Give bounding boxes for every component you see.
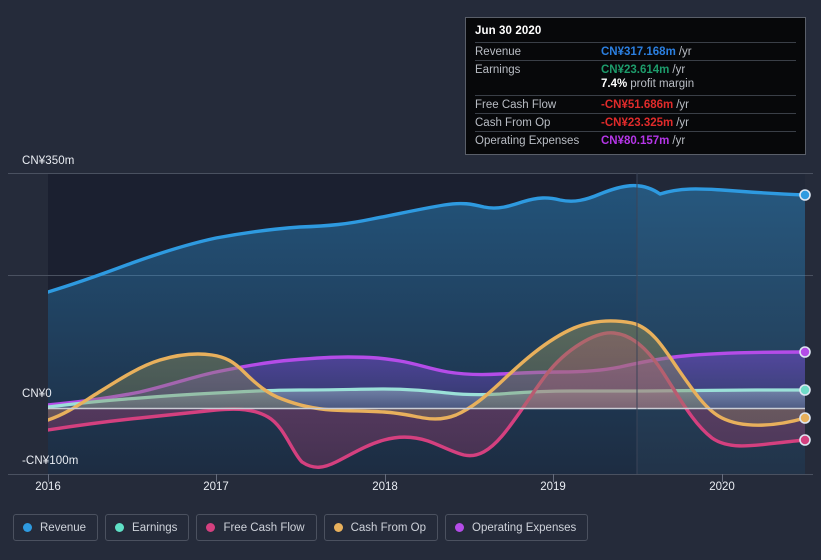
tooltip-value-profit-margin: 7.4% [601,78,628,90]
tooltip-unit-operating-expenses: /yr [672,134,686,147]
tooltip-unit-profit-margin: profit margin [630,78,695,90]
endpoint-opex[interactable] [799,346,811,358]
tooltip-unit-earnings: /yr [672,63,686,76]
legend-label-free-cash-flow: Free Cash Flow [223,521,305,534]
legend-label-operating-expenses: Operating Expenses [472,521,577,534]
tooltip-unit-free-cash-flow: /yr [676,98,690,111]
tooltip-date: Jun 30 2020 [475,25,542,37]
tooltip-row-profit-margin: 7.4% profit margin [475,78,796,95]
tooltip-unit-revenue: /yr [678,45,692,58]
tooltip-value-free-cash-flow: -CN¥51.686m [601,98,674,111]
x-axis-label-2018: 2018 [372,481,398,493]
tooltip-key-operating-expenses: Operating Expenses [475,134,580,147]
x-axis-label-2020: 2020 [709,481,735,493]
legend-label-cash-from-op: Cash From Op [350,521,427,534]
tooltip-key-cash-from-op: Cash From Op [475,116,551,129]
tooltip-unit-cash-from-op: /yr [676,116,690,129]
legend-item-free-cash-flow[interactable]: Free Cash Flow [196,514,317,541]
chart-page: CN¥350m CN¥0 -CN¥100m 2016 2017 2018 201… [0,0,821,560]
legend-dot-operating-expenses [455,523,465,532]
tooltip-row-operating-expenses: Operating Expenses CN¥80.157m /yr [475,131,796,149]
tooltip-row-cash-from-op: Cash From Op -CN¥23.325m /yr [475,113,796,131]
tooltip-value-earnings: CN¥23.614m [601,63,670,76]
y-axis-label-zero: CN¥0 [22,388,52,400]
legend-dot-revenue [23,523,32,532]
y-axis-label-top: CN¥350m [22,155,75,167]
tooltip-value-cash-from-op: -CN¥23.325m [601,116,674,129]
tooltip-row-earnings: Earnings CN¥23.614m /yr [475,60,796,78]
legend-dot-cash-from-op [333,523,343,532]
legend-label-revenue: Revenue [40,521,87,534]
legend-dot-earnings [115,523,125,532]
tooltip-key-revenue: Revenue [475,45,522,58]
tooltip-key-free-cash-flow: Free Cash Flow [475,98,557,111]
chart-tooltip: Jun 30 2020 Revenue CN¥317.168m /yr Earn… [465,17,806,155]
tooltip-value-operating-expenses: CN¥80.157m [601,134,670,147]
legend-label-earnings: Earnings [132,521,178,534]
chart-legend: Revenue Earnings Free Cash Flow Cash Fro… [13,514,589,541]
tooltip-key-earnings: Earnings [475,63,521,76]
legend-item-operating-expenses[interactable]: Operating Expenses [445,514,589,541]
tooltip-value-revenue: CN¥317.168m [601,45,676,58]
endpoint-earnings[interactable] [799,384,811,396]
tooltip-row-revenue: Revenue CN¥317.168m /yr [475,42,796,60]
legend-dot-free-cash-flow [206,523,216,532]
x-axis-label-2017: 2017 [203,481,229,493]
tooltip-row-free-cash-flow: Free Cash Flow -CN¥51.686m /yr [475,95,796,113]
legend-item-cash-from-op[interactable]: Cash From Op [323,514,439,541]
x-axis-label-2019: 2019 [540,481,566,493]
endpoint-free-cash-flow[interactable] [799,434,811,446]
legend-item-earnings[interactable]: Earnings [105,514,190,541]
endpoint-revenue[interactable] [799,189,811,201]
endpoint-cash-from-op[interactable] [799,412,811,424]
legend-item-revenue[interactable]: Revenue [13,514,99,541]
x-axis-label-2016: 2016 [35,481,61,493]
y-axis-label-bottom: -CN¥100m [22,455,79,467]
